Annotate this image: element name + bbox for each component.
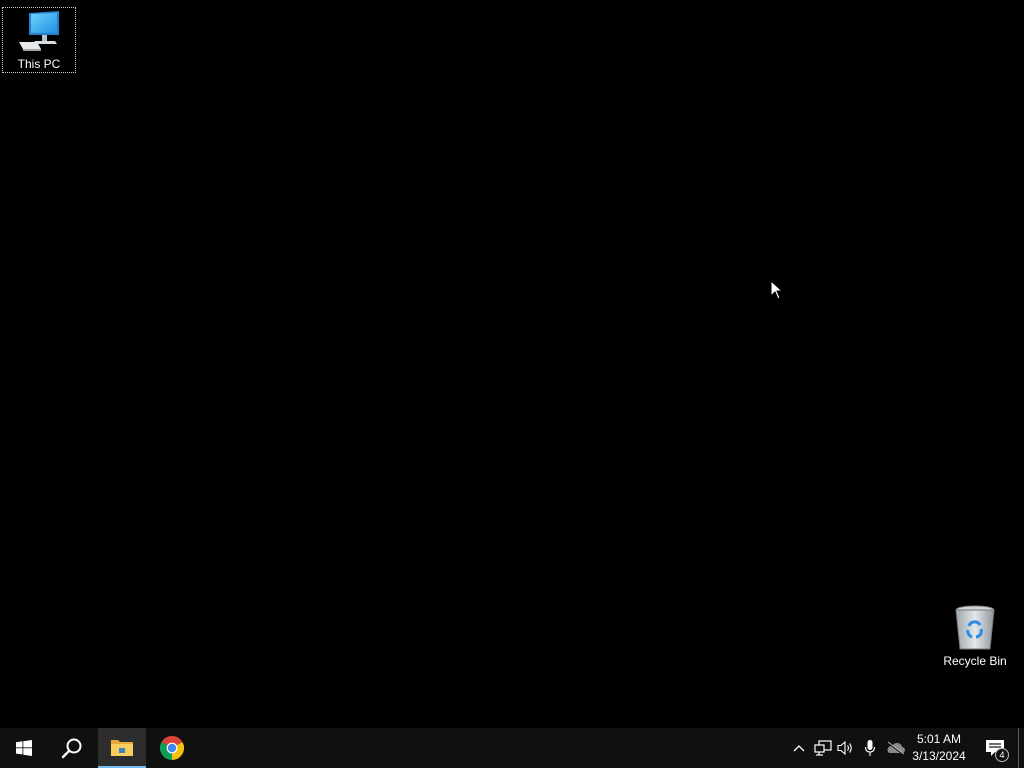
network-status-button[interactable] bbox=[812, 728, 834, 768]
onedrive-icon bbox=[886, 741, 905, 755]
taskbar-clock[interactable]: 5:01 AM 3/13/2024 bbox=[906, 728, 972, 768]
microphone-in-use-button[interactable] bbox=[861, 728, 879, 768]
notification-count-badge: 4 bbox=[995, 748, 1009, 762]
start-button[interactable] bbox=[0, 728, 48, 768]
folder-icon bbox=[111, 740, 133, 756]
desktop[interactable]: This PC Recycle Bin bbox=[0, 0, 1024, 728]
computer-monitor-icon bbox=[19, 11, 59, 51]
action-center-button[interactable]: 4 bbox=[978, 728, 1012, 768]
magnifier-icon bbox=[61, 738, 82, 759]
chevron-up-icon bbox=[793, 745, 805, 752]
network-icon bbox=[814, 740, 832, 756]
desktop-icon-label: Recycle Bin bbox=[943, 654, 1007, 668]
recycle-bin-icon bbox=[955, 605, 995, 650]
search-button[interactable] bbox=[48, 728, 96, 768]
volume-button[interactable] bbox=[836, 728, 856, 768]
mouse-pointer-icon bbox=[770, 280, 784, 300]
microphone-icon bbox=[864, 740, 876, 756]
taskbar-file-explorer-button[interactable] bbox=[98, 728, 146, 768]
desktop-icon-label: This PC bbox=[17, 57, 61, 71]
desktop-icon-this-pc[interactable]: This PC bbox=[2, 7, 76, 73]
windows-logo-icon bbox=[16, 740, 32, 756]
taskbar-chrome-button[interactable] bbox=[148, 728, 196, 768]
volume-icon bbox=[837, 740, 852, 756]
taskbar: 5:01 AM 3/13/2024 4 bbox=[0, 728, 1024, 768]
chrome-icon bbox=[160, 736, 184, 760]
show-hidden-icons-button[interactable] bbox=[789, 728, 809, 768]
onedrive-button[interactable] bbox=[884, 728, 906, 768]
desktop-icon-recycle-bin[interactable]: Recycle Bin bbox=[938, 600, 1012, 670]
clock-date: 3/13/2024 bbox=[912, 749, 966, 763]
clock-time: 5:01 AM bbox=[916, 732, 962, 746]
show-desktop-button[interactable] bbox=[1018, 728, 1024, 768]
